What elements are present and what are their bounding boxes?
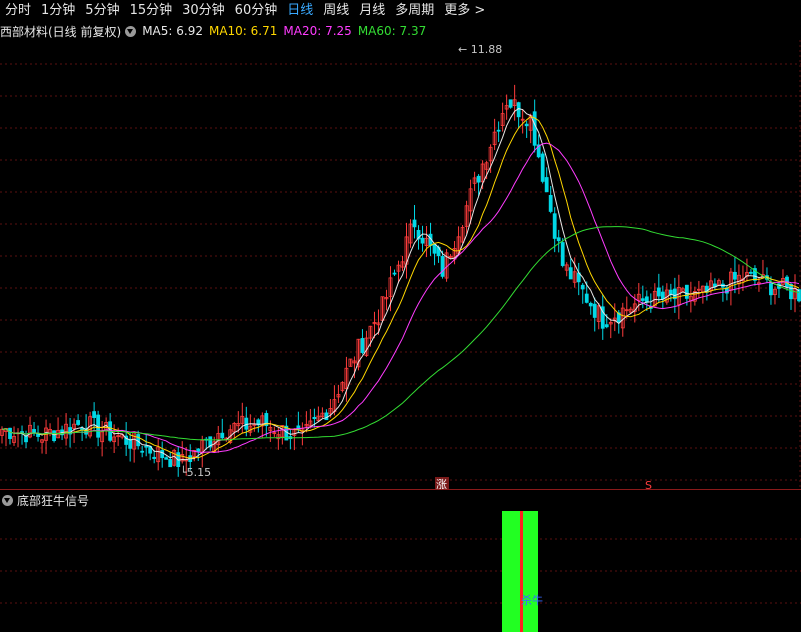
candle-body xyxy=(548,195,553,212)
candle-body xyxy=(540,153,545,182)
candle-body xyxy=(560,242,565,266)
chart-legend: 西部材料(日线 前复权) MA5: 6.92 MA10: 6.71 MA20: … xyxy=(0,22,432,40)
stock-title: 西部材料(日线 前复权) xyxy=(0,24,122,39)
tab-3[interactable]: 15分钟 xyxy=(125,0,178,22)
candle-body xyxy=(420,237,425,244)
candle-body xyxy=(220,432,225,439)
ma20-label: MA20: 7.25 xyxy=(283,24,352,38)
tab-9[interactable]: 多周期 xyxy=(390,0,439,22)
candle-body xyxy=(144,445,149,448)
candle-body xyxy=(412,219,417,228)
candle-body xyxy=(140,450,145,453)
tab-8[interactable]: 月线 xyxy=(354,0,390,22)
candle-body xyxy=(52,430,56,441)
candle-body xyxy=(749,271,753,274)
ma60-line xyxy=(1,226,800,441)
candle-body xyxy=(440,256,445,277)
candle-body xyxy=(524,123,529,127)
candle-body xyxy=(789,283,793,300)
signal-line xyxy=(520,511,523,632)
candle-body xyxy=(164,457,169,460)
candle-body xyxy=(640,298,645,301)
candle-body xyxy=(244,417,249,430)
candle-body xyxy=(552,213,557,239)
candle-body xyxy=(76,420,80,425)
candle-body xyxy=(312,416,317,420)
ma5-line xyxy=(1,108,800,461)
ma5-label: MA5: 6.92 xyxy=(142,24,203,38)
ma60-label: MA60: 7.37 xyxy=(357,24,427,38)
candle-body xyxy=(92,411,97,418)
candle-body xyxy=(160,450,165,459)
indicator-header: 底部狂牛信号 xyxy=(0,491,89,509)
candle-body xyxy=(8,427,12,439)
candle-body xyxy=(196,448,201,452)
candle-body xyxy=(604,324,609,328)
candle-body xyxy=(324,412,329,421)
tab-10[interactable]: 更多 > xyxy=(439,0,490,22)
candlestick-chart[interactable]: ← 11.88 └5.15 涨 S xyxy=(0,40,801,489)
ma10-label: MA10: 6.71 xyxy=(208,24,278,38)
candle-body xyxy=(360,338,365,353)
candle-body xyxy=(532,111,537,146)
candle-body xyxy=(476,175,481,183)
indicator-chart[interactable]: 杀牛 xyxy=(0,509,801,632)
chevron-down-icon[interactable] xyxy=(125,25,137,37)
candle-body xyxy=(128,438,133,449)
candle-body xyxy=(432,243,437,254)
high-price-label: ← 11.88 xyxy=(458,43,502,56)
candle-body xyxy=(568,267,573,280)
zhang-marker: 涨 xyxy=(436,478,447,489)
candle-body xyxy=(508,99,513,108)
tab-5[interactable]: 60分钟 xyxy=(230,0,283,22)
s-marker: S xyxy=(645,479,652,489)
low-price-label: └5.15 xyxy=(180,465,211,479)
candle-body xyxy=(592,303,597,318)
candle-body xyxy=(733,271,737,280)
tab-6[interactable]: 日线 xyxy=(282,0,318,22)
candle-body xyxy=(588,302,593,307)
signal-label: 杀牛 xyxy=(521,593,543,607)
chevron-down-icon[interactable] xyxy=(2,494,13,506)
candle-body xyxy=(797,289,801,302)
candle-body xyxy=(769,283,773,296)
candle-body xyxy=(496,129,501,132)
tab-1[interactable]: 1分钟 xyxy=(36,0,80,22)
pane-divider xyxy=(0,489,801,490)
indicator-title: 底部狂牛信号 xyxy=(17,493,90,508)
candle-body xyxy=(580,284,585,290)
ma20-line xyxy=(1,142,800,454)
candle-body xyxy=(168,459,173,468)
candle-body xyxy=(392,272,397,275)
period-tabs: 分时 1分钟 5分钟 15分钟 30分钟 60分钟 日线 周线 月线 多周期 更多 > xyxy=(0,0,801,22)
candle-body xyxy=(152,456,157,459)
tab-7[interactable]: 周线 xyxy=(318,0,354,22)
candle-body xyxy=(684,284,689,299)
candle-body xyxy=(660,291,665,300)
candle-body xyxy=(656,287,661,297)
candle-body xyxy=(556,237,561,242)
tab-4[interactable]: 30分钟 xyxy=(177,0,230,22)
tab-2[interactable]: 5分钟 xyxy=(80,0,124,22)
candle-body xyxy=(32,429,36,433)
tab-0[interactable]: 分时 xyxy=(0,0,36,22)
candle-body xyxy=(544,177,549,193)
candle-body xyxy=(584,293,589,303)
